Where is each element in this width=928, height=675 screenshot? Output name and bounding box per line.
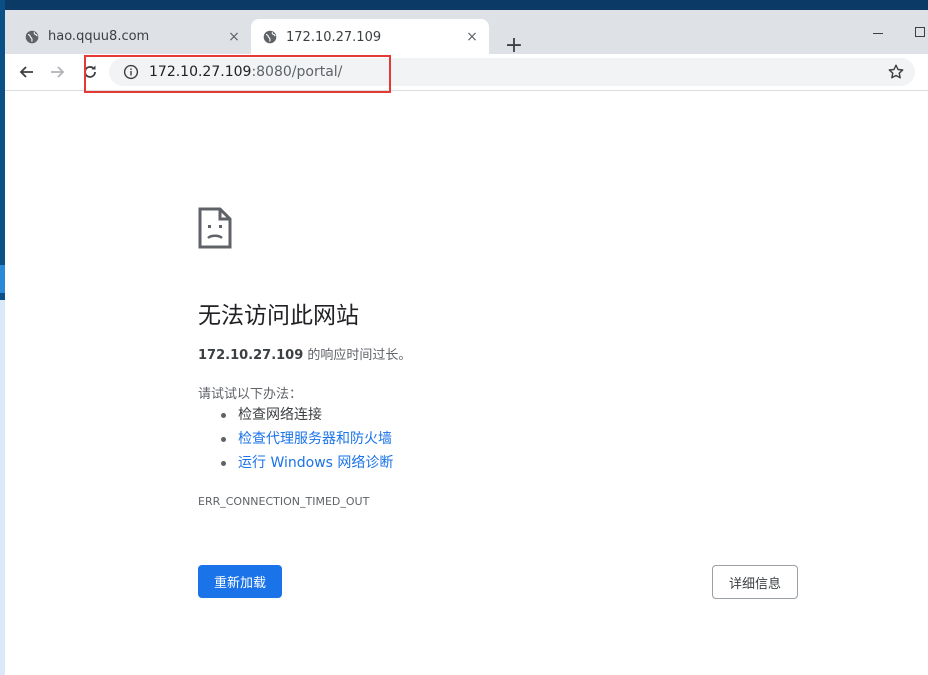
suggestion-check-network: 检查网络连接 (198, 405, 393, 429)
url-highlight-annotation (84, 55, 391, 93)
reload-page-button[interactable]: 重新加载 (198, 565, 282, 598)
error-host: 172.10.27.109 (198, 348, 304, 363)
tab-title: hao.qquu8.com (48, 29, 150, 44)
error-description-text: 的响应时间过长。 (303, 348, 412, 363)
tab-close-button[interactable]: × (463, 28, 481, 46)
sad-page-icon (198, 207, 232, 249)
forward-arrow-icon (51, 66, 65, 78)
suggestions-list: 检查网络连接 检查代理服务器和防火墙 运行 Windows 网络诊断 (198, 405, 393, 477)
tab-172-10-27-109[interactable]: 172.10.27.109 × (251, 19, 489, 55)
back-arrow-icon (19, 66, 33, 78)
maximize-window-button[interactable] (915, 27, 925, 37)
error-page: 无法访问此网站 172.10.27.109 的响应时间过长。 请试试以下办法： … (5, 91, 928, 675)
tab-close-button[interactable]: × (225, 28, 243, 46)
forward-button[interactable] (45, 59, 71, 85)
tab-hao-qquu8[interactable]: hao.qquu8.com × (13, 19, 251, 54)
back-button[interactable] (13, 59, 39, 85)
browser-window: hao.qquu8.com × 172.10.27.109 × + 172.10… (5, 0, 928, 675)
globe-icon (25, 30, 39, 44)
globe-icon (263, 30, 277, 44)
minimize-window-button[interactable] (869, 24, 889, 38)
details-button[interactable]: 详细信息 (712, 565, 798, 599)
error-description: 172.10.27.109 的响应时间过长。 (198, 344, 411, 363)
bookmark-star-icon[interactable] (887, 63, 905, 81)
error-title: 无法访问此网站 (198, 303, 359, 329)
tab-title: 172.10.27.109 (286, 29, 382, 45)
suggestions-label: 请试试以下办法： (198, 387, 303, 402)
tab-strip: hao.qquu8.com × 172.10.27.109 × + (5, 0, 928, 57)
error-code: ERR_CONNECTION_TIMED_OUT (198, 495, 370, 508)
suggestion-run-diagnostics-link[interactable]: 运行 Windows 网络诊断 (198, 453, 393, 477)
suggestion-check-proxy-link[interactable]: 检查代理服务器和防火墙 (198, 429, 393, 453)
